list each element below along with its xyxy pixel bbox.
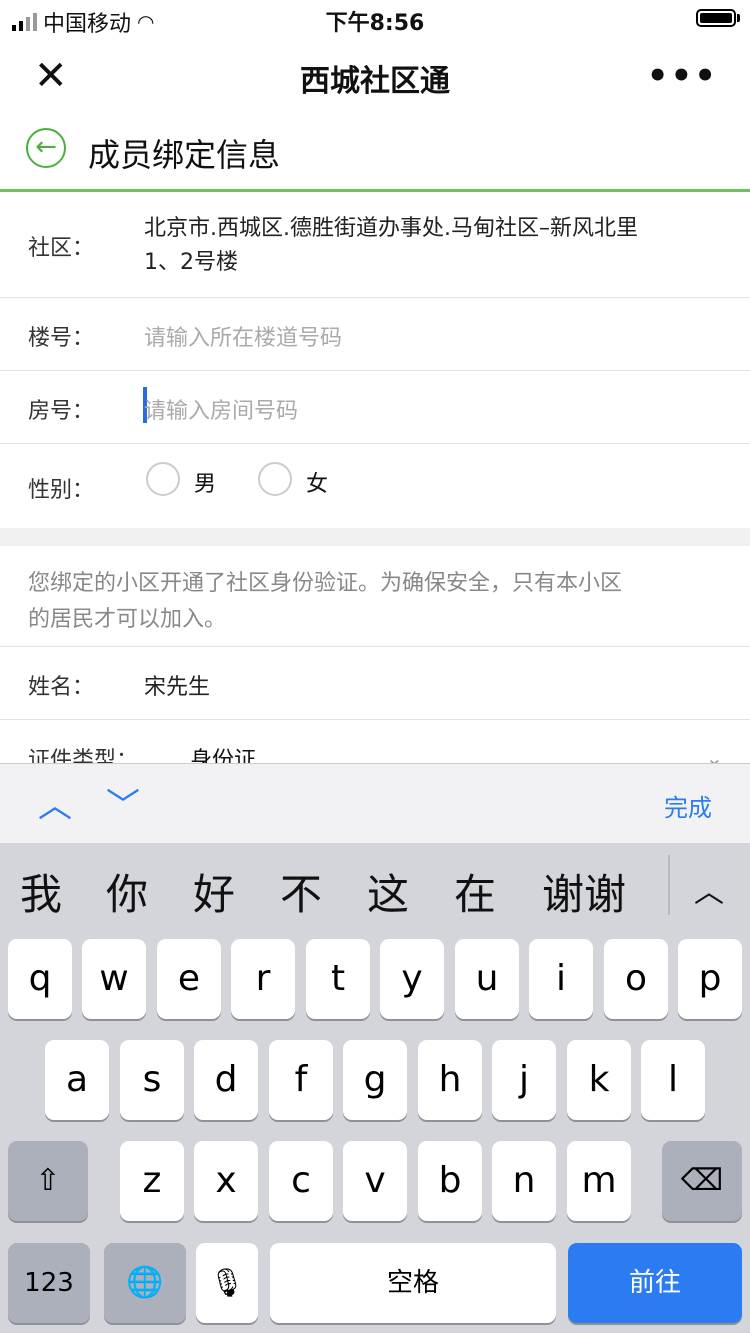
key-m[interactable]: m <box>567 1141 631 1221</box>
community-row: 社区： 北京市.西城区.德胜街道办事处.马甸社区–新风北里 1、2号楼 <box>0 192 750 298</box>
backspace-icon[interactable]: ⌫ <box>662 1141 742 1221</box>
key-d[interactable]: d <box>194 1040 258 1120</box>
status-bar: 中国移动 ◠ 下午8:56 <box>0 0 750 38</box>
chevron-down-icon[interactable]: ⌄ <box>706 746 723 763</box>
key-i[interactable]: i <box>529 939 593 1019</box>
nav-bar: ✕ 西城社区通 ••• <box>0 38 750 114</box>
key-k[interactable]: k <box>567 1040 631 1120</box>
building-input[interactable]: 请输入所在楼道号码 <box>144 320 724 352</box>
gender-female-label[interactable]: 女 <box>306 466 328 498</box>
page-title: 成员绑定信息 <box>88 136 281 174</box>
candidate-separator <box>668 855 670 915</box>
clock: 下午8:56 <box>325 11 425 36</box>
key-f[interactable]: f <box>269 1040 333 1120</box>
id-type-row: 证件类型： 身份证 ⌄ <box>0 720 750 763</box>
key-n[interactable]: n <box>492 1141 556 1221</box>
community-line2: 1、2号楼 <box>144 250 238 275</box>
verification-notice: 您绑定的小区开通了社区身份验证。为确保安全，只有本小区 的居民才可以加入。 <box>28 566 728 638</box>
room-input[interactable]: 请输入房间号码 <box>144 393 724 425</box>
community-label: 社区： <box>28 236 95 261</box>
community-value: 北京市.西城区.德胜街道办事处.马甸社区–新风北里 1、2号楼 <box>144 212 638 280</box>
battery-icon <box>696 9 736 27</box>
keyboard-toolbar: ︿ ﹀ 完成 <box>0 763 750 844</box>
name-row: 姓名： 宋先生 <box>0 647 750 720</box>
key-u[interactable]: u <box>455 939 519 1019</box>
room-row: 房号： 请输入房间号码 <box>0 371 750 444</box>
key-s[interactable]: s <box>120 1040 184 1120</box>
page-header: ← 成员绑定信息 <box>0 114 750 192</box>
community-line1: 北京市.西城区.德胜街道办事处.马甸社区–新风北里 <box>144 216 638 241</box>
key-p[interactable]: p <box>678 939 742 1019</box>
candidate-6[interactable]: 谢谢 <box>542 861 626 922</box>
building-label: 楼号： <box>28 326 95 351</box>
key-l[interactable]: l <box>641 1040 705 1120</box>
battery-tip <box>737 14 740 22</box>
keyboard: q w e r t y u i o p a s d f g h j k l ⇧ … <box>0 935 750 1333</box>
candidate-0[interactable]: 我 <box>20 861 62 922</box>
notice-line1: 您绑定的小区开通了社区身份验证。为确保安全，只有本小区 <box>28 571 623 596</box>
candidate-3[interactable]: 不 <box>280 861 322 922</box>
candidate-4[interactable]: 这 <box>367 861 409 922</box>
key-a[interactable]: a <box>45 1040 109 1120</box>
app-title: 西城社区通 <box>300 64 450 99</box>
key-y[interactable]: y <box>380 939 444 1019</box>
key-z[interactable]: z <box>120 1141 184 1221</box>
key-j[interactable]: j <box>492 1040 556 1120</box>
section-gap <box>0 528 750 546</box>
name-input[interactable]: 宋先生 <box>144 669 210 701</box>
id-type-value[interactable]: 身份证 <box>190 742 256 763</box>
building-row: 楼号： 请输入所在楼道号码 <box>0 298 750 371</box>
key-g[interactable]: g <box>343 1040 407 1120</box>
back-arrow-icon[interactable]: ← <box>26 128 66 168</box>
id-type-label: 证件类型： <box>28 748 139 763</box>
key-e[interactable]: e <box>157 939 221 1019</box>
candidate-1[interactable]: 你 <box>106 861 148 922</box>
key-x[interactable]: x <box>194 1141 258 1221</box>
gender-row: 性别： 男 女 <box>0 444 750 528</box>
key-b[interactable]: b <box>418 1141 482 1221</box>
key-w[interactable]: w <box>82 939 146 1019</box>
key-h[interactable]: h <box>418 1040 482 1120</box>
name-label: 姓名： <box>28 675 95 700</box>
more-icon[interactable]: ••• <box>647 56 718 96</box>
gender-label: 性别： <box>28 478 95 503</box>
radio-female[interactable] <box>258 462 292 496</box>
done-button[interactable]: 完成 <box>664 788 712 823</box>
numbers-key[interactable]: 123 <box>8 1243 90 1323</box>
candidate-bar: 我 你 好 不 这 在 谢谢 ︿ <box>0 843 750 935</box>
previous-field-icon[interactable]: ︿ <box>38 778 72 827</box>
space-key[interactable]: 空格 <box>270 1243 556 1323</box>
microphone-icon[interactable]: 🎙 <box>196 1243 258 1323</box>
key-r[interactable]: r <box>231 939 295 1019</box>
radio-male[interactable] <box>146 462 180 496</box>
next-field-icon[interactable]: ﹀ <box>106 778 140 827</box>
candidate-2[interactable]: 好 <box>193 861 235 922</box>
shift-icon[interactable]: ⇧ <box>8 1141 88 1221</box>
gender-male-label[interactable]: 男 <box>194 466 216 498</box>
room-label: 房号： <box>28 399 95 424</box>
key-o[interactable]: o <box>604 939 668 1019</box>
notice-line2: 的居民才可以加入。 <box>28 607 227 632</box>
candidate-5[interactable]: 在 <box>454 861 496 922</box>
key-c[interactable]: c <box>269 1141 333 1221</box>
key-t[interactable]: t <box>306 939 370 1019</box>
key-v[interactable]: v <box>343 1141 407 1221</box>
go-key[interactable]: 前往 <box>568 1243 742 1323</box>
key-q[interactable]: q <box>8 939 72 1019</box>
globe-icon[interactable]: 🌐 <box>104 1243 186 1323</box>
expand-candidates-icon[interactable]: ︿ <box>694 867 724 911</box>
